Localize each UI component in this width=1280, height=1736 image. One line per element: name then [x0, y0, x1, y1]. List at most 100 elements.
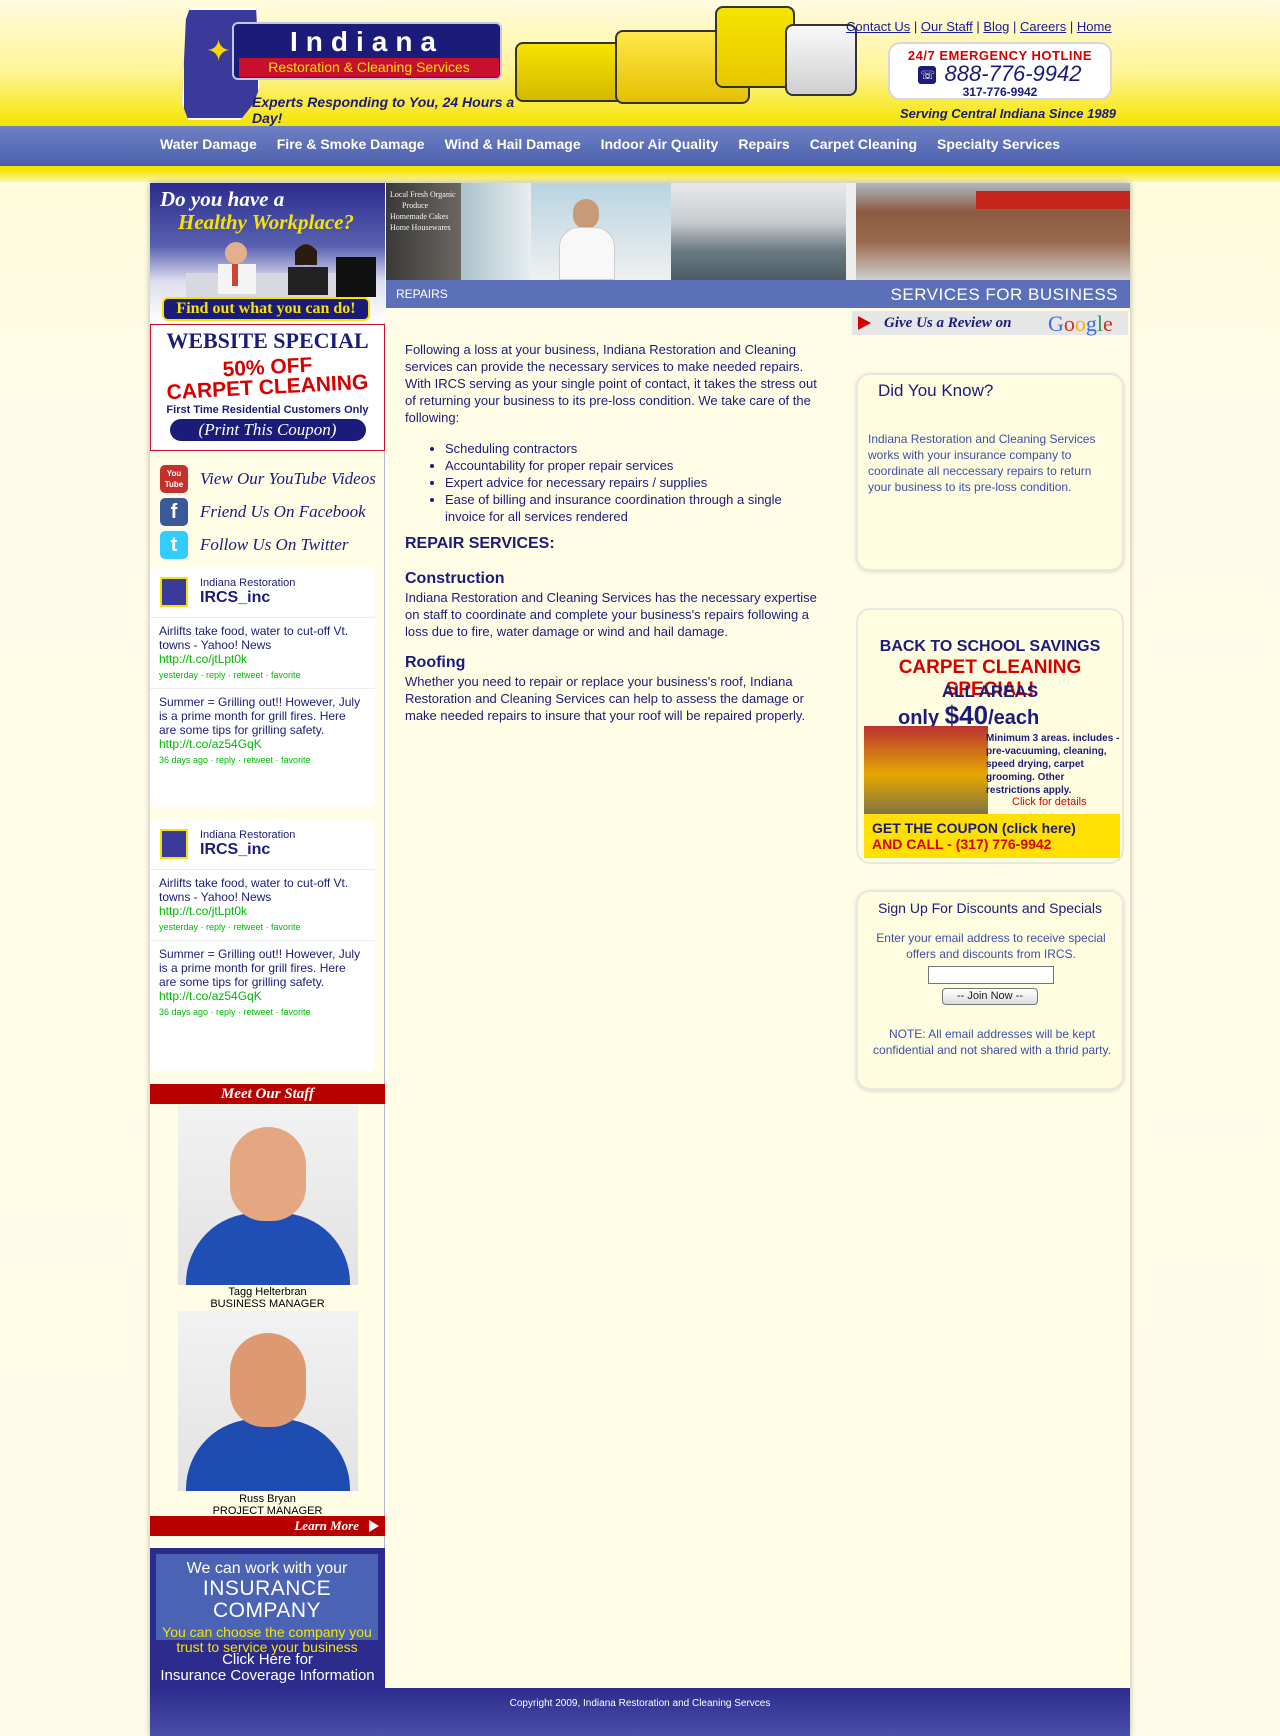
- staff-photo-tagg[interactable]: [178, 1105, 358, 1285]
- our-staff-link[interactable]: Our Staff: [921, 19, 973, 34]
- did-you-know-heading: Did You Know?: [878, 381, 994, 400]
- meet-our-staff-heading[interactable]: Meet Our Staff: [150, 1084, 385, 1104]
- box-truck-image: [715, 6, 795, 88]
- office-workers-image: [186, 237, 376, 297]
- insurance-line2: INSURANCE COMPANY: [202, 1577, 332, 1622]
- red-awning: [976, 191, 1130, 209]
- ad-details-link[interactable]: Click for details: [1012, 796, 1087, 808]
- staff-shirt: [186, 1419, 350, 1491]
- twitter-link[interactable]: t Follow Us On Twitter: [160, 531, 380, 561]
- did-you-know-box: Did You Know? Indiana Restoration and Cl…: [856, 373, 1124, 571]
- get-coupon-button[interactable]: GET THE COUPON (click here) AND CALL - (…: [864, 814, 1120, 858]
- home-link[interactable]: Home: [1077, 19, 1112, 34]
- staff-name: Russ Bryan: [239, 1493, 296, 1505]
- nav-repairs[interactable]: Repairs: [738, 126, 789, 162]
- section-title: SERVICES FOR BUSINESS: [890, 285, 1118, 304]
- insurance-line1: We can work with your: [186, 1560, 348, 1577]
- services-list: Scheduling contractors Accountability fo…: [445, 440, 823, 525]
- coupon-heading: WEBSITE SPECIAL: [166, 328, 369, 353]
- nav-specialty-services[interactable]: Specialty Services: [937, 126, 1060, 162]
- insurance-click-line2: Insurance Coverage Information: [160, 1667, 375, 1684]
- healthy-q2-text: Healthy Workplace?: [178, 210, 354, 234]
- nav-carpet-cleaning[interactable]: Carpet Cleaning: [810, 126, 917, 162]
- main-content: Following a loss at your business, India…: [405, 341, 823, 732]
- insurance-promo: We can work with your INSURANCE COMPANY …: [156, 1554, 378, 1655]
- tweet: Airlifts take food, water to cut-off Vt.…: [150, 869, 375, 940]
- tweet-meta[interactable]: 36 days ago · reply · retweet · favorite: [159, 1005, 365, 1019]
- tweet-meta[interactable]: yesterday · reply · retweet · favorite: [159, 668, 365, 682]
- healthy-workplace-question: Do you have a Healthy Workplace?: [160, 188, 380, 234]
- tweet-link[interactable]: http://t.co/az54GqK: [159, 737, 262, 751]
- hotline-phone[interactable]: ☏ 888-776-9942: [890, 63, 1110, 85]
- twitter-widget: Indiana Restoration IRCS_inc Airlifts ta…: [150, 567, 375, 807]
- twitter-widget-header[interactable]: Indiana Restoration IRCS_inc: [150, 819, 375, 869]
- facebook-label: Friend Us On Facebook: [200, 502, 366, 521]
- learn-more-button[interactable]: Learn More: [150, 1516, 385, 1536]
- twitter-widget-header[interactable]: Indiana Restoration IRCS_inc: [150, 567, 375, 617]
- list-item: Ease of billing and insurance coordinati…: [445, 491, 823, 525]
- page-title-bar: REPAIRS SERVICES FOR BUSINESS: [386, 280, 1130, 308]
- print-coupon-button[interactable]: (Print This Coupon): [169, 419, 366, 441]
- nav-indoor-air-quality[interactable]: Indoor Air Quality: [601, 126, 719, 162]
- twitter-avatar: [160, 577, 188, 607]
- blog-link[interactable]: Blog: [983, 19, 1009, 34]
- logo-tagline: Experts Responding to You, 24 Hours a Da…: [252, 94, 515, 126]
- healthy-workplace-banner[interactable]: Do you have a Healthy Workplace? Find ou…: [150, 183, 385, 323]
- staff-caption: Tagg Helterbran BUSINESS MANAGER: [150, 1286, 385, 1310]
- youtube-link[interactable]: You Tube View Our YouTube Videos: [160, 465, 380, 495]
- construction-text: Indiana Restoration and Cleaning Service…: [405, 590, 817, 639]
- ad-headline: BACK TO SCHOOL SAVINGS: [879, 638, 1101, 655]
- nav-fire-smoke-damage[interactable]: Fire & Smoke Damage: [277, 126, 425, 162]
- insurance-banner[interactable]: We can work with your INSURANCE COMPANY …: [150, 1548, 385, 1688]
- healthy-q2: Healthy Workplace?: [160, 211, 380, 234]
- google-logo: Google: [1048, 311, 1113, 336]
- truck-cab-image: [785, 24, 857, 96]
- facebook-icon: f: [160, 498, 188, 526]
- insurance-coverage-link[interactable]: Click Here for Insurance Coverage Inform…: [150, 1652, 385, 1684]
- site-logo[interactable]: ✦ Indiana Restoration & Cleaning Service…: [182, 8, 517, 126]
- window-text: Produce: [402, 201, 429, 210]
- panel-divider: [846, 183, 856, 280]
- office-workers-illustration: [186, 242, 376, 297]
- left-sidebar: Do you have a Healthy Workplace? Find ou…: [150, 183, 385, 1688]
- tweet-text: Airlifts take food, water to cut-off Vt.…: [159, 876, 349, 904]
- window-text: Homemade Cakes: [390, 212, 449, 221]
- email-field[interactable]: [928, 966, 1054, 984]
- tweet-meta[interactable]: yesterday · reply · retweet · favorite: [159, 920, 365, 934]
- find-out-button[interactable]: Find out what you can do!: [162, 297, 370, 321]
- window-text: Home Housewares: [390, 223, 451, 232]
- join-now-button[interactable]: -- Join Now --: [942, 988, 1038, 1005]
- facebook-link[interactable]: f Friend Us On Facebook: [160, 498, 380, 528]
- twitter-widget: Indiana Restoration IRCS_inc Airlifts ta…: [150, 819, 375, 1071]
- list-item: Accountability for proper repair service…: [445, 457, 823, 474]
- site-footer: Copyright 2009, Indiana Restoration and …: [150, 1688, 1130, 1736]
- owner-face: [573, 199, 599, 229]
- list-item: Expert advice for necessary repairs / su…: [445, 474, 823, 491]
- main-nav: Water Damage Fire & Smoke Damage Wind & …: [0, 126, 1280, 170]
- careers-link[interactable]: Careers: [1020, 19, 1066, 34]
- logo-subtitle: Restoration & Cleaning Services: [239, 58, 499, 77]
- twitter-icon: t: [160, 531, 188, 559]
- back-to-school-ad[interactable]: BACK TO SCHOOL SAVINGS CARPET CLEANING S…: [856, 608, 1124, 864]
- staff-face: [230, 1127, 306, 1221]
- coupon-line2: AND CALL - (317) 776-9942: [872, 836, 1052, 852]
- website-special-coupon[interactable]: WEBSITE SPECIAL 50% OFF CARPET CLEANING …: [150, 324, 385, 451]
- nav-water-damage[interactable]: Water Damage: [160, 126, 257, 162]
- business-photo-banner: Local Fresh Organic Produce Homemade Cak…: [386, 183, 1130, 280]
- tweet-link[interactable]: http://t.co/az54GqK: [159, 989, 262, 1003]
- staff-photo-russ[interactable]: [178, 1311, 358, 1491]
- roofing-text: Whether you need to repair or replace yo…: [405, 674, 806, 723]
- nav-wind-hail-damage[interactable]: Wind & Hail Damage: [445, 126, 581, 162]
- restaurant-photo: [856, 183, 1130, 280]
- list-item: Scheduling contractors: [445, 440, 823, 457]
- window-lettering: Local Fresh Organic Produce Homemade Cak…: [390, 189, 456, 233]
- tweet-meta[interactable]: 36 days ago · reply · retweet · favorite: [159, 753, 365, 767]
- google-review-button[interactable]: Give Us a Review on Google: [852, 311, 1128, 336]
- contact-us-link[interactable]: Contact Us: [846, 19, 910, 34]
- tweet-link[interactable]: http://t.co/jtLpt0k: [159, 904, 365, 918]
- play-arrow-icon: [858, 316, 871, 330]
- construction-heading: Construction: [405, 570, 505, 587]
- tweet-link[interactable]: http://t.co/jtLpt0k: [159, 652, 365, 666]
- hotline-phone-local[interactable]: 317-776-9942: [890, 85, 1110, 99]
- youtube-icon: You Tube: [160, 465, 188, 493]
